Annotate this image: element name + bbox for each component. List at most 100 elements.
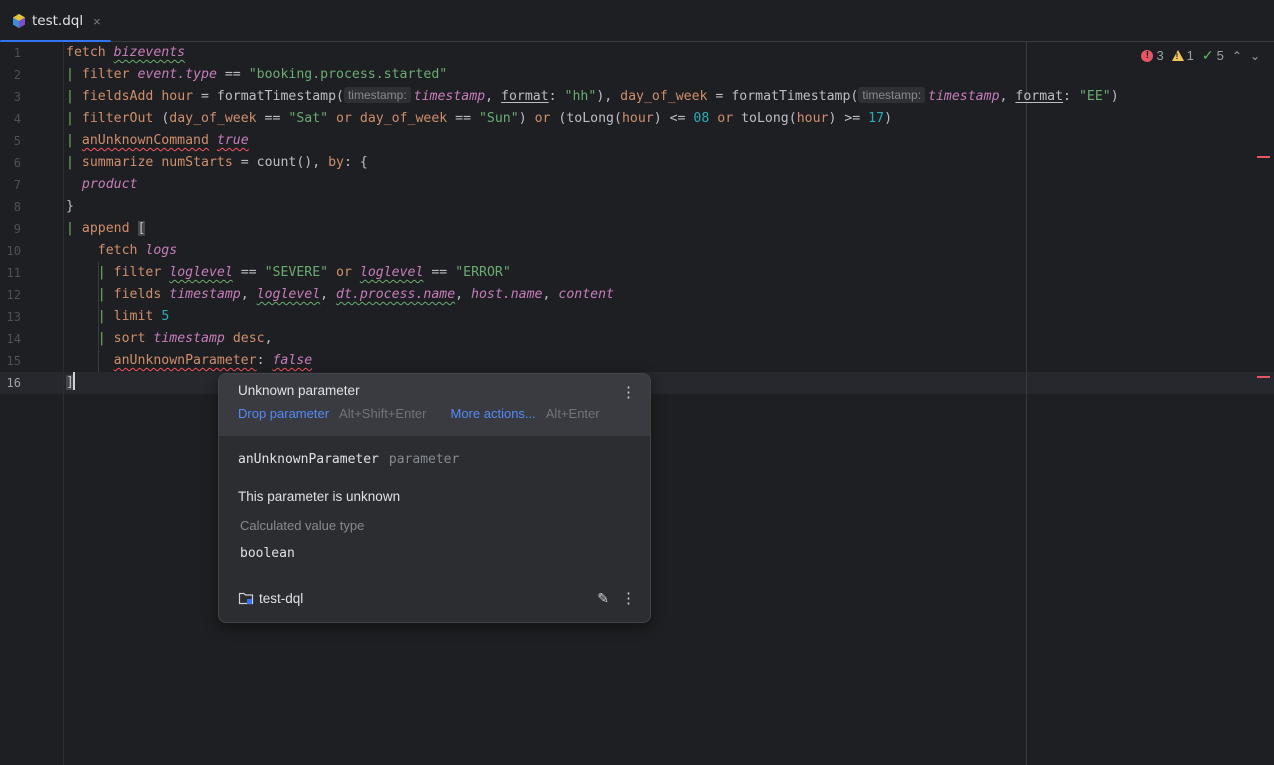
error-count[interactable]: ! 3 bbox=[1141, 48, 1164, 63]
more-vertical-icon[interactable]: ⋮ bbox=[621, 589, 636, 607]
more-vertical-icon[interactable]: ⋮ bbox=[621, 383, 636, 401]
code-line-1[interactable]: fetch bizevents bbox=[66, 42, 1119, 64]
function: formatTimestamp( bbox=[731, 89, 859, 104]
shortcut-hint: Alt+Enter bbox=[545, 406, 600, 421]
gutter-separator bbox=[63, 42, 64, 765]
number-literal: 5 bbox=[161, 309, 170, 324]
field: loglevel bbox=[359, 265, 424, 280]
module-name[interactable]: test-dql bbox=[259, 591, 303, 606]
command: filter bbox=[81, 67, 130, 82]
operator: or bbox=[336, 265, 352, 280]
ok-count-value: 5 bbox=[1216, 48, 1224, 63]
number-literal: 08 bbox=[693, 111, 710, 126]
field: hour bbox=[796, 111, 829, 126]
module-folder-icon bbox=[238, 591, 254, 605]
code-line-14[interactable]: | sort timestamp desc, bbox=[66, 328, 1119, 350]
pencil-icon[interactable]: ✎ bbox=[597, 590, 609, 607]
editor-tab-bar: test.dql × bbox=[0, 0, 1274, 43]
popup-footer: test-dql ✎ ⋮ bbox=[238, 588, 636, 608]
function: formatTimestamp( bbox=[216, 89, 344, 104]
inspection-widget[interactable]: ! 3 ! 1 ✓ 5 ⌃ ⌄ bbox=[1141, 47, 1260, 64]
code-line-2[interactable]: | filter event.type == "booking.process.… bbox=[66, 64, 1119, 86]
string-literal: "ERROR" bbox=[455, 265, 511, 280]
typo-count[interactable]: ✓ 5 bbox=[1202, 47, 1224, 64]
string-literal: "EE" bbox=[1078, 89, 1111, 104]
error-icon: ! bbox=[1141, 49, 1154, 62]
code-line-11[interactable]: | filter loglevel == "SEVERE" or logleve… bbox=[66, 262, 1119, 284]
code-line-15[interactable]: anUnknownParameter: false bbox=[66, 350, 1119, 372]
field: day_of_week bbox=[169, 111, 257, 126]
popup-body: anUnknownParameter parameter This paramet… bbox=[219, 452, 650, 561]
calculated-type-value: boolean bbox=[240, 546, 295, 561]
field: day_of_week bbox=[620, 89, 708, 104]
line-number: 6 bbox=[13, 156, 21, 170]
data-source: bizevents bbox=[113, 45, 186, 60]
field: timestamp bbox=[153, 331, 225, 346]
line-number-current: 16 bbox=[6, 376, 21, 390]
field: dt.process.name bbox=[336, 287, 456, 302]
popup-actions: Drop parameter Alt+Shift+Enter More acti… bbox=[238, 406, 631, 421]
line-number: 11 bbox=[6, 266, 21, 280]
more-actions-link[interactable]: More actions... bbox=[451, 406, 536, 421]
code-line-4[interactable]: | filterOut (day_of_week == "Sat" or day… bbox=[66, 108, 1119, 130]
code-line-9[interactable]: | append [ bbox=[66, 218, 1119, 240]
field: hour bbox=[621, 111, 654, 126]
boolean-literal: false bbox=[272, 353, 313, 368]
string-literal: "SEVERE" bbox=[264, 265, 329, 280]
command: filterOut bbox=[81, 111, 154, 126]
line-number: 13 bbox=[6, 310, 21, 324]
error-stripe-mark[interactable] bbox=[1257, 376, 1270, 378]
boolean-literal: true bbox=[216, 133, 249, 148]
error-stripe-mark[interactable] bbox=[1257, 156, 1270, 158]
code-line-12[interactable]: | fields timestamp, loglevel, dt.process… bbox=[66, 284, 1119, 306]
drop-parameter-link[interactable]: Drop parameter bbox=[238, 406, 329, 421]
code-line-5[interactable]: | anUnknownCommand true bbox=[66, 130, 1119, 152]
number-literal: 17 bbox=[868, 111, 885, 126]
field: event.type bbox=[137, 67, 217, 82]
string-literal: "booking.process.started" bbox=[248, 67, 448, 82]
chevron-up-icon[interactable]: ⌃ bbox=[1232, 49, 1242, 63]
field: numStarts bbox=[161, 155, 233, 170]
field: loglevel bbox=[256, 287, 321, 302]
command: filter bbox=[113, 265, 162, 280]
code-line-7[interactable]: product bbox=[66, 174, 1119, 196]
unknown-parameter[interactable]: anUnknownParameter bbox=[114, 353, 257, 368]
field: timestamp bbox=[169, 287, 241, 302]
command: append bbox=[81, 221, 130, 236]
operator: == bbox=[224, 67, 241, 82]
code-line-10[interactable]: fetch logs bbox=[66, 240, 1119, 262]
code-line-13[interactable]: | limit 5 bbox=[66, 306, 1119, 328]
line-number: 7 bbox=[13, 178, 21, 192]
close-icon[interactable]: × bbox=[93, 14, 101, 29]
operator: or bbox=[336, 111, 352, 126]
string-literal: "Sun" bbox=[478, 111, 519, 126]
line-number: 1 bbox=[13, 46, 21, 60]
keyword: fetch bbox=[97, 243, 138, 258]
function: count() bbox=[256, 155, 313, 170]
code-line-6[interactable]: | summarize numStarts = count(), by: { bbox=[66, 152, 1119, 174]
function: toLong bbox=[566, 111, 614, 126]
tab-test-dql[interactable]: test.dql × bbox=[0, 0, 111, 43]
string-literal: "Sat" bbox=[288, 111, 329, 126]
inspection-popup: Unknown parameter ⋮ Drop parameter Alt+S… bbox=[218, 373, 651, 623]
command: sort bbox=[113, 331, 146, 346]
param-name: format bbox=[501, 89, 549, 104]
param-name: format bbox=[1015, 89, 1064, 104]
field: day_of_week bbox=[359, 111, 448, 126]
chevron-down-icon[interactable]: ⌄ bbox=[1250, 49, 1260, 63]
warning-count[interactable]: ! 1 bbox=[1171, 48, 1194, 63]
code-text[interactable]: fetch bizevents | filter event.type == "… bbox=[66, 42, 1119, 394]
line-number: 4 bbox=[13, 112, 21, 126]
symbol-description: This parameter is unknown bbox=[238, 489, 401, 504]
warning-icon: ! bbox=[1171, 50, 1184, 61]
matched-bracket: [ bbox=[137, 221, 146, 236]
line-number: 10 bbox=[6, 244, 21, 258]
error-count-value: 3 bbox=[1156, 48, 1164, 63]
tab-title: test.dql bbox=[32, 13, 84, 29]
line-number: 8 bbox=[13, 200, 21, 214]
line-number: 5 bbox=[13, 134, 21, 148]
line-number: 14 bbox=[6, 332, 21, 346]
code-line-3[interactable]: | fieldsAdd hour = formatTimestamp(times… bbox=[66, 86, 1119, 108]
code-line-8[interactable]: } bbox=[66, 196, 1119, 218]
check-icon: ✓ bbox=[1201, 47, 1214, 63]
